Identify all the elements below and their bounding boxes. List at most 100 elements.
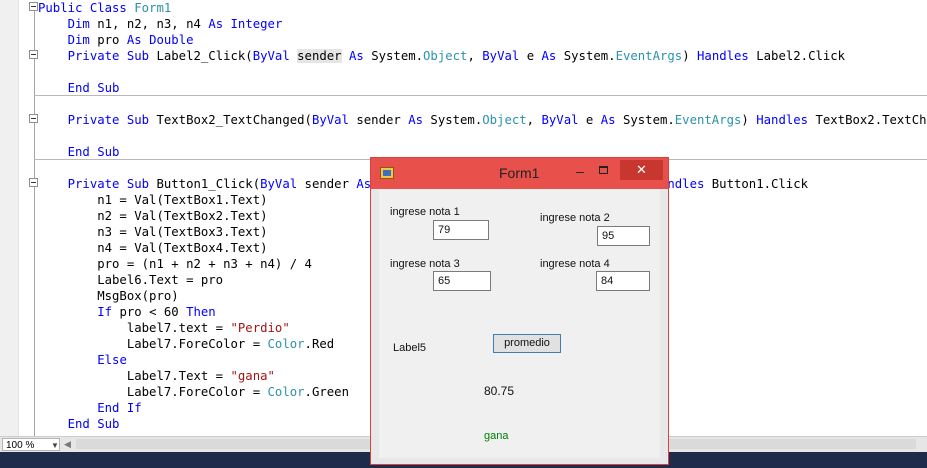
code-token: Label6.Text = pro bbox=[38, 273, 224, 287]
collapse-class-icon[interactable] bbox=[29, 2, 38, 11]
code-token: End Sub bbox=[67, 417, 120, 431]
window-title: Form1 bbox=[499, 165, 540, 181]
code-token: System. bbox=[615, 113, 675, 127]
code-token: Else bbox=[97, 353, 127, 367]
code-token: Label7.ForeColor = bbox=[38, 337, 268, 351]
code-token: pro < 60 bbox=[112, 305, 187, 319]
code-line[interactable]: Label7.ForeColor = Color.Green bbox=[38, 384, 349, 400]
label-nota1: ingrese nota 1 bbox=[390, 206, 460, 218]
code-token: End If bbox=[97, 401, 142, 415]
code-line[interactable]: End Sub bbox=[38, 144, 120, 160]
code-line[interactable]: Dim pro As Double bbox=[38, 32, 194, 48]
code-line[interactable]: label7.text = "Perdio" bbox=[38, 320, 290, 336]
textbox-nota3[interactable]: 65 bbox=[433, 271, 491, 291]
window-titlebar[interactable]: Form1 – ✕ bbox=[371, 158, 668, 189]
maximize-button[interactable] bbox=[599, 166, 608, 174]
code-line[interactable]: MsgBox(pro) bbox=[38, 288, 179, 304]
collapse-button1-click-icon[interactable] bbox=[29, 178, 38, 187]
code-token: Object bbox=[423, 49, 468, 63]
code-token: Object bbox=[482, 113, 527, 127]
collapse-textbox2-changed-icon[interactable] bbox=[29, 114, 38, 123]
code-token: pro = (n1 + n2 + n3 + n4) / 4 bbox=[38, 257, 312, 271]
code-line[interactable]: End If bbox=[38, 400, 142, 416]
code-line[interactable]: Label6.Text = pro bbox=[38, 272, 223, 288]
code-token: pro bbox=[89, 33, 127, 47]
code-token: , bbox=[526, 113, 542, 127]
code-token: Handles bbox=[697, 49, 749, 63]
code-token: Color bbox=[267, 385, 305, 399]
editor-gutter bbox=[0, 0, 19, 436]
code-token: "Perdio" bbox=[230, 321, 290, 335]
code-token: As bbox=[408, 113, 424, 127]
scroll-left-icon[interactable]: ◀ bbox=[64, 439, 71, 450]
code-token: ByVal bbox=[311, 113, 349, 127]
code-token: Label2_Click( bbox=[149, 49, 253, 63]
textbox-nota2[interactable]: 95 bbox=[597, 226, 650, 246]
code-line[interactable]: Dim n1, n2, n3, n4 As Integer bbox=[38, 16, 283, 32]
form-app-icon bbox=[380, 167, 394, 179]
label-nota4: ingrese nota 4 bbox=[540, 258, 610, 270]
code-token: MsgBox(pro) bbox=[38, 289, 179, 303]
textbox-nota1[interactable]: 79 bbox=[433, 220, 489, 240]
code-token: n2 = Val(TextBox2.Text) bbox=[38, 209, 268, 223]
code-token: ByVal bbox=[252, 49, 290, 63]
close-button[interactable]: ✕ bbox=[620, 160, 663, 180]
form-client-area: ingrese nota 1 79 ingrese nota 2 95 ingr… bbox=[379, 189, 660, 458]
code-token: TextBox2.TextChanged bbox=[815, 113, 927, 127]
code-line[interactable]: End Sub bbox=[38, 416, 120, 432]
code-token: As Double bbox=[126, 33, 194, 47]
code-token: , bbox=[467, 49, 483, 63]
code-token: EventArgs bbox=[615, 49, 683, 63]
code-token: Dim bbox=[67, 17, 90, 31]
code-line[interactable]: Private Sub Label2_Click(ByVal sender As… bbox=[38, 48, 845, 64]
code-token: "gana" bbox=[230, 369, 275, 383]
code-token: .Green bbox=[304, 385, 349, 399]
code-token: As bbox=[356, 177, 372, 191]
code-token: ) bbox=[682, 49, 698, 63]
code-token: Form1 bbox=[134, 1, 172, 15]
code-token: ByVal bbox=[260, 177, 298, 191]
code-line[interactable]: n4 = Val(TextBox4.Text) bbox=[38, 240, 268, 256]
code-line[interactable]: pro = (n1 + n2 + n3 + n4) / 4 bbox=[38, 256, 312, 272]
code-token: n1, n2, n3, n4 bbox=[89, 17, 209, 31]
code-token: Private Sub bbox=[67, 177, 150, 191]
code-token: Label7.ForeColor = bbox=[38, 385, 268, 399]
code-token: Private Sub bbox=[67, 113, 150, 127]
minimize-button[interactable]: – bbox=[570, 161, 590, 181]
collapse-label2-click-icon[interactable] bbox=[29, 50, 38, 59]
method-separator bbox=[34, 95, 927, 96]
zoom-level: 100 % bbox=[6, 440, 35, 451]
code-line[interactable]: Public Class Form1 bbox=[38, 0, 171, 16]
code-line[interactable]: If pro < 60 Then bbox=[38, 304, 215, 320]
code-line[interactable]: n2 = Val(TextBox2.Text) bbox=[38, 208, 268, 224]
label5: Label5 bbox=[393, 342, 427, 354]
code-token: ByVal bbox=[541, 113, 579, 127]
promedio-button[interactable]: promedio bbox=[493, 334, 561, 353]
code-token: As bbox=[600, 113, 616, 127]
code-line[interactable]: Label7.ForeColor = Color.Red bbox=[38, 336, 334, 352]
code-token: n4 = Val(TextBox4.Text) bbox=[38, 241, 268, 255]
code-line[interactable]: Private Sub TextBox2_TextChanged(ByVal s… bbox=[38, 112, 927, 128]
code-line[interactable]: Label7.Text = "gana" bbox=[38, 368, 275, 384]
label-nota2: ingrese nota 2 bbox=[540, 212, 610, 224]
code-line[interactable]: End Sub bbox=[38, 80, 120, 96]
code-token: Button1.Click bbox=[704, 177, 809, 191]
code-line[interactable]: n3 = Val(TextBox3.Text) bbox=[38, 224, 268, 240]
code-line[interactable]: n1 = Val(TextBox1.Text) bbox=[38, 192, 267, 208]
pass-fail-result: gana bbox=[484, 430, 509, 442]
code-token: ) bbox=[741, 113, 757, 127]
zoom-dropdown[interactable]: 100 % ▼ bbox=[2, 438, 60, 451]
code-token: n3 = Val(TextBox3.Text) bbox=[38, 225, 268, 239]
code-token: e bbox=[519, 49, 542, 63]
code-token: End Sub bbox=[67, 81, 120, 95]
average-result: 80.75 bbox=[484, 384, 515, 398]
textbox-nota4[interactable]: 84 bbox=[596, 271, 650, 291]
code-line[interactable]: Else bbox=[38, 352, 127, 368]
